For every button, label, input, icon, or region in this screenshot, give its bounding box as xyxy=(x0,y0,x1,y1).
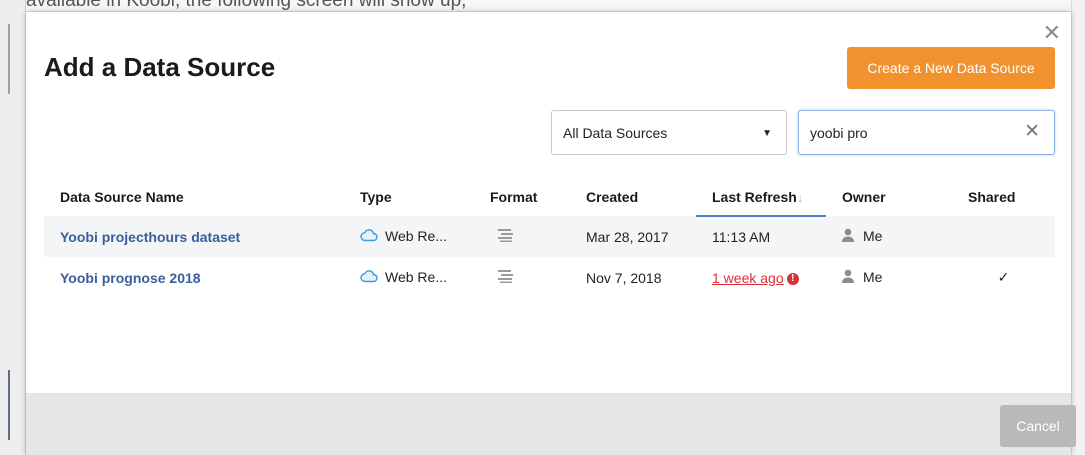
owner-name: Me xyxy=(863,227,883,244)
sort-descending-icon: ↓ xyxy=(796,189,804,205)
column-header-last-refresh[interactable]: Last Refresh↓ xyxy=(696,178,826,217)
cell-name: Yoobi prognose 2018 xyxy=(44,257,344,298)
text-lines-icon xyxy=(498,269,514,286)
cell-shared xyxy=(952,216,1055,257)
shared-checkmark-icon: ✓ xyxy=(997,269,1010,285)
cell-shared: ✓ xyxy=(952,257,1055,298)
background-divider xyxy=(8,24,10,94)
table-header-row: Data Source Name Type Format Created Las… xyxy=(44,178,1055,217)
column-header-created[interactable]: Created xyxy=(570,178,696,216)
cell-owner: Me xyxy=(826,257,952,298)
close-icon[interactable]: ✕ xyxy=(1043,22,1061,44)
cell-owner: Me xyxy=(826,216,952,257)
column-header-shared[interactable]: Shared xyxy=(952,178,1055,216)
text-lines-icon xyxy=(498,228,514,245)
data-source-filter-select[interactable]: All Data Sources ▼ xyxy=(551,110,787,155)
type-label: Web Re... xyxy=(385,268,447,285)
column-header-name[interactable]: Data Source Name xyxy=(44,178,344,216)
column-header-owner[interactable]: Owner xyxy=(826,178,952,216)
background-left-panel xyxy=(0,0,26,455)
background-divider xyxy=(8,370,10,440)
cloud-icon xyxy=(360,269,378,286)
cell-format xyxy=(474,257,570,298)
cell-type: Web Re... xyxy=(344,216,474,257)
last-refresh-value: 11:13 AM xyxy=(712,229,771,245)
filter-selected-value: All Data Sources xyxy=(563,124,668,141)
cell-last-refresh: 1 week ago! xyxy=(696,257,826,298)
person-icon xyxy=(842,269,854,286)
column-header-type[interactable]: Type xyxy=(344,178,474,216)
cloud-icon xyxy=(360,228,378,245)
data-sources-table: Data Source Name Type Format Created Las… xyxy=(44,178,1055,298)
last-refresh-warning-link[interactable]: 1 week ago xyxy=(712,270,784,286)
create-data-source-button[interactable]: Create a New Data Source xyxy=(847,47,1055,89)
table-row[interactable]: Yoobi prognose 2018 Web Re... Nov 7, 201… xyxy=(44,257,1055,298)
data-source-link[interactable]: Yoobi prognose 2018 xyxy=(60,270,201,286)
column-header-format[interactable]: Format xyxy=(474,178,570,216)
dialog-footer: Cancel xyxy=(26,393,1076,455)
data-source-link[interactable]: Yoobi projecthours dataset xyxy=(60,229,240,245)
cell-type: Web Re... xyxy=(344,257,474,298)
table-row[interactable]: Yoobi projecthours dataset Web Re... Mar… xyxy=(44,216,1055,257)
chevron-down-icon: ▼ xyxy=(762,128,772,139)
type-label: Web Re... xyxy=(385,227,447,244)
cell-created: Mar 28, 2017 xyxy=(570,216,696,257)
background-instruction-text: available in Koobi, the following screen… xyxy=(26,0,467,11)
warning-icon[interactable]: ! xyxy=(786,272,799,285)
background-right-panel xyxy=(1071,0,1085,455)
cell-created: Nov 7, 2018 xyxy=(586,269,662,286)
cell-last-refresh: 11:13 AM xyxy=(696,216,826,257)
search-input[interactable] xyxy=(810,124,1010,141)
search-field[interactable]: ✕ xyxy=(798,110,1055,155)
clear-search-icon[interactable]: ✕ xyxy=(1024,122,1040,141)
owner-name: Me xyxy=(863,268,883,285)
column-header-last-refresh-label: Last Refresh xyxy=(712,188,797,205)
cell-name: Yoobi projecthours dataset xyxy=(44,216,344,257)
cancel-button[interactable]: Cancel xyxy=(1000,405,1076,447)
cell-format xyxy=(474,216,570,257)
add-data-source-dialog: ✕ Add a Data Source Create a New Data So… xyxy=(26,12,1076,455)
person-icon xyxy=(842,228,854,245)
dialog-title: Add a Data Source xyxy=(44,52,276,82)
